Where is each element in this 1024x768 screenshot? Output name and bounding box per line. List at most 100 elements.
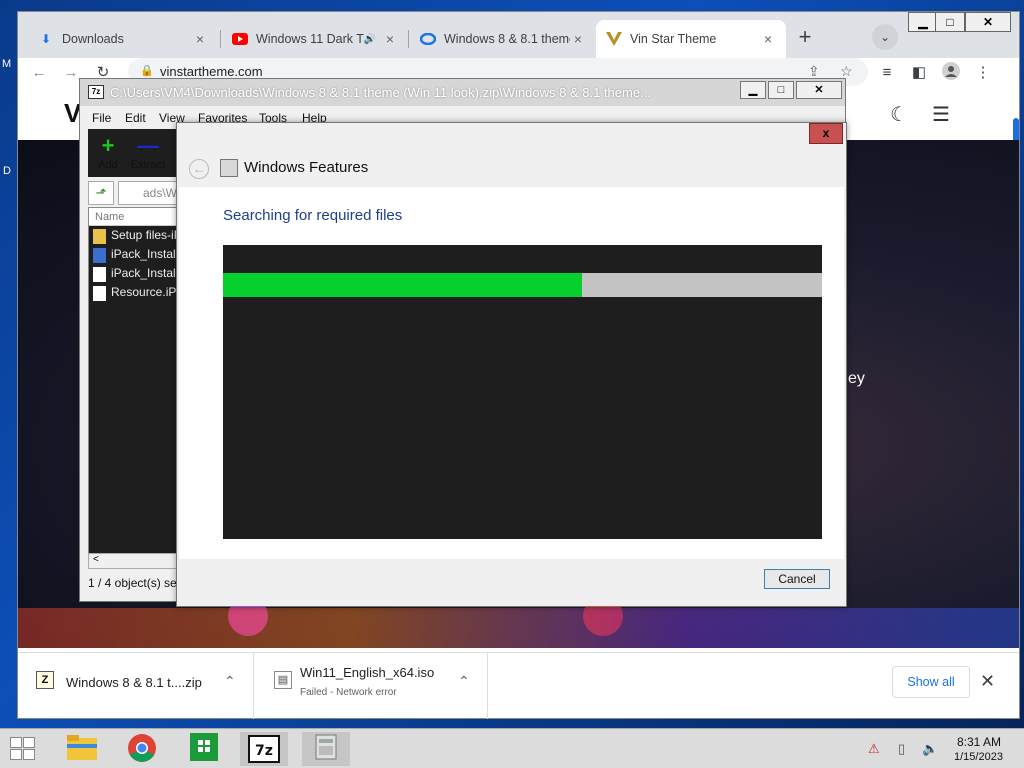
maximize-button[interactable]: □ [768,81,794,99]
7zip-icon[interactable]: 7z [240,732,288,766]
windows-logo-icon [10,737,22,748]
list-item[interactable]: Setup files-iP [91,228,182,246]
vinstar-icon [606,31,622,47]
hamburger-menu-icon[interactable]: ☰ [932,102,950,127]
download-item[interactable]: Z Windows 8 & 8.1 t....zip ⌃ [18,653,254,719]
tab-separator [220,30,221,48]
progress-bar [223,273,822,297]
download-status: Failed - Network error [300,687,397,698]
start-button[interactable] [10,737,36,761]
path-text: ads\W [143,186,178,200]
battery-icon[interactable]: ▯ [898,741,905,757]
menu-kebab-icon[interactable]: ⋮ [972,62,994,84]
desktop-label: D [3,165,11,177]
title-bar: 7z C:\Users\VM4\Downloads\Windows 8 & 8.… [80,79,845,106]
dialog-title: Windows Features [244,159,369,176]
up-folder-icon[interactable]: ⬏ [88,181,114,205]
url-text[interactable]: vinstartheme.com [160,64,263,79]
side-panel-icon[interactable]: ◧ [908,62,930,84]
media-control-icon[interactable]: ≡ [876,62,898,84]
windows-features-icon [220,159,238,177]
desktop-label: M [2,58,12,70]
youtube-icon [232,31,248,47]
windows-features-icon[interactable] [302,732,350,766]
network-error-icon[interactable]: ⚠ [868,741,880,757]
minimize-button[interactable]: ▁ [908,12,938,32]
file-name: iPack_Installe [111,247,186,261]
dark-mode-icon[interactable]: ☾ [890,102,908,127]
file-name: Setup files-iP [111,228,182,242]
tab-title: Windows 8 & 8.1 theme [444,32,570,46]
file-icon [93,286,106,301]
close-dialog-button[interactable]: x [809,123,843,144]
chrome-icon[interactable] [118,732,166,766]
tab-windows-theme[interactable]: Windows 8 & 8.1 theme × [410,20,596,58]
minimize-button[interactable]: ▁ [740,81,766,99]
exe-file-icon [93,248,106,263]
maximize-button[interactable]: □ [935,12,965,32]
add-button[interactable]: + Add [88,133,128,171]
show-all-button[interactable]: Show all [892,666,970,698]
menu-file[interactable]: File [92,111,111,125]
tab-downloads[interactable]: ⬇ Downloads × [28,20,218,58]
close-icon[interactable]: × [192,31,208,47]
tab-title: Downloads [62,32,124,46]
file-icon [93,267,106,282]
dialog-body: Searching for required files [179,187,844,559]
audio-icon[interactable]: 🔊 [364,34,376,45]
taskbar: 7z ⚠ ▯ 🔈 8:31 AM 1/15/2023 [0,728,1024,768]
close-icon[interactable]: × [760,31,776,47]
lock-icon: 🔒 [140,65,154,77]
hero-text: ey [848,370,865,387]
tab-title: Windows 11 Dark T [256,32,364,46]
store-icon[interactable] [180,732,228,766]
cancel-button[interactable]: Cancel [764,569,830,589]
chevron-up-icon[interactable]: ⌃ [224,673,236,690]
new-tab-button[interactable]: + [791,24,819,52]
clock-time[interactable]: 8:31 AM [957,735,1001,749]
windows-logo-icon [10,749,22,760]
tab-separator [408,30,409,48]
extract-button[interactable]: — Extract [128,133,168,171]
zip-file-icon: Z [36,671,54,689]
list-item[interactable]: iPack_Installe [91,266,185,284]
add-icon: + [101,133,115,158]
close-icon[interactable]: × [570,31,586,47]
svg-text:7z: 7z [255,743,273,759]
tab-search-button[interactable]: ⌄ [872,24,898,50]
progress-fill [223,273,583,297]
7zip-icon: 7z [88,85,104,99]
tab-vin-star-theme[interactable]: Vin Star Theme × [596,20,786,58]
back-arrow-icon[interactable]: ← [189,159,209,179]
tab-youtube[interactable]: Windows 11 Dark T 🔊 × [222,20,408,58]
close-icon[interactable]: × [382,31,398,47]
download-shelf: Z Windows 8 & 8.1 t....zip ⌃ ▤ Win11_Eng… [18,652,1019,719]
download-item[interactable]: ▤ Win11_English_x64.iso Failed - Network… [254,653,488,719]
file-name: Resource.iPa [111,285,184,299]
hero-glow [18,608,1019,648]
status-heading: Searching for required files [223,207,403,224]
profile-avatar-icon[interactable] [940,62,962,84]
menu-edit[interactable]: Edit [125,111,146,125]
tab-title: Vin Star Theme [630,32,717,46]
file-icon: ▤ [274,671,292,689]
extract-icon: — [137,133,159,158]
back-button[interactable]: ← [28,62,50,84]
close-shelf-button[interactable]: ✕ [980,671,995,692]
volume-icon[interactable]: 🔈 [922,741,938,757]
download-name: Windows 8 & 8.1 t....zip [66,675,202,690]
file-explorer-icon[interactable] [58,732,106,766]
tab-strip: ⬇ Downloads × Windows 11 Dark T 🔊 × Wind… [18,12,1019,58]
close-window-button[interactable]: ✕ [965,12,1011,32]
close-window-button[interactable]: ✕ [796,81,842,99]
file-name: iPack_Installe [111,266,186,280]
windows-logo-icon [23,737,35,748]
scroll-left-icon[interactable]: < [93,554,99,565]
folder-icon [93,229,106,244]
clock-date[interactable]: 1/15/2023 [954,751,1003,763]
chevron-up-icon[interactable]: ⌃ [458,673,470,690]
list-item[interactable]: Resource.iPa [91,285,183,303]
list-item[interactable]: iPack_Installe [91,247,185,265]
site-icon [420,31,436,47]
windows-logo-icon [23,749,35,760]
